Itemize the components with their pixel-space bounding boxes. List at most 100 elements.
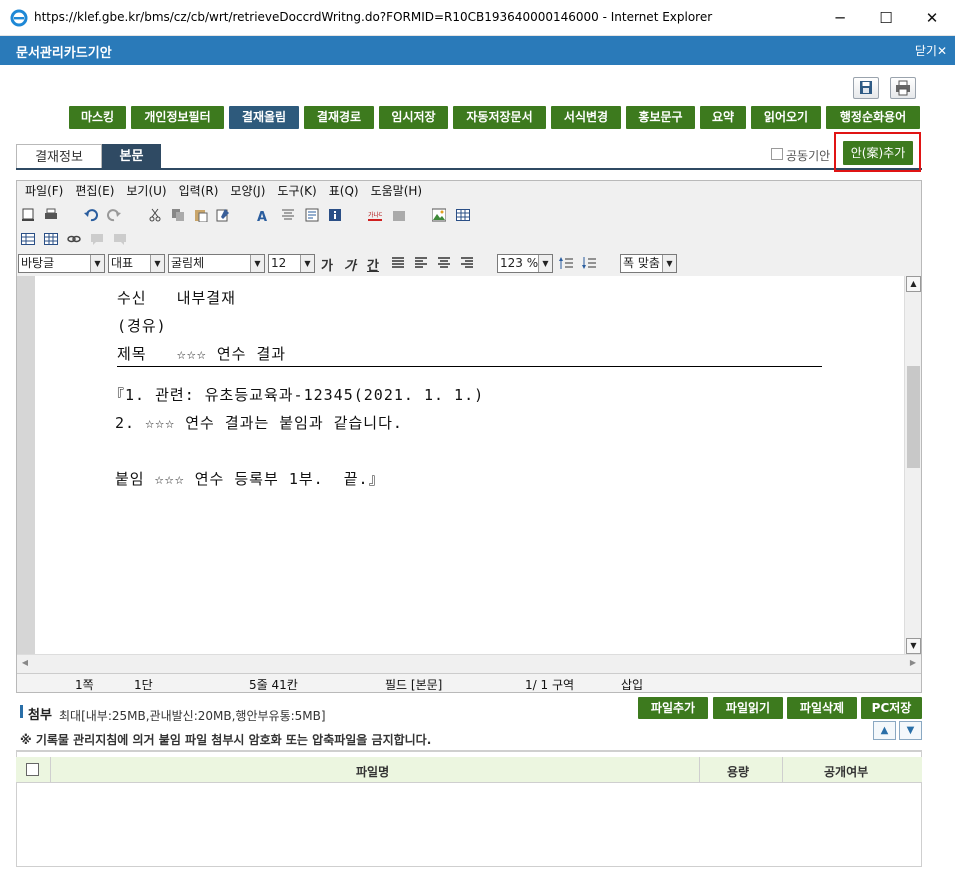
link-icon[interactable]	[67, 232, 81, 246]
doc-attachment-line: 붙임 ☆☆☆ 연수 등록부 1부. 끝.』	[115, 470, 385, 488]
attachment-limits: 최대[내부:25MB,관내발신:20MB,행안부유통:5MB]	[59, 709, 326, 723]
doc-body-line-1: 『1. 관련: 유초등교육과-12345(2021. 1. 1.)	[109, 386, 485, 404]
joint-draft-checkbox[interactable]	[771, 148, 783, 160]
close-window-button[interactable]: ✕	[909, 6, 955, 30]
scroll-up-icon[interactable]: ▲	[906, 276, 921, 292]
language-select[interactable]: 대표 ▼	[108, 254, 165, 273]
add-file-button[interactable]: 파일추가	[638, 697, 708, 719]
horizontal-scrollbar[interactable]: ◀ ▶	[17, 654, 921, 671]
tab-body[interactable]: 본문	[102, 144, 161, 169]
info-icon[interactable]	[328, 208, 342, 222]
move-up-icon[interactable]: ▲	[873, 721, 896, 740]
menu-help[interactable]: 도움말(H)	[371, 182, 423, 199]
italic-button[interactable]: 가	[344, 255, 356, 274]
memo-icon[interactable]	[90, 232, 104, 246]
menu-edit[interactable]: 편집(E)	[75, 182, 114, 199]
autosave-docs-button[interactable]: 자동저장문서	[453, 106, 546, 129]
scroll-down-icon[interactable]: ▼	[906, 638, 921, 654]
font-select[interactable]: 굴림체 ▼	[168, 254, 265, 273]
browser-title-bar: https://klef.gbe.kr/bms/cz/cb/wrt/retrie…	[0, 0, 955, 36]
para-shape-icon[interactable]	[281, 208, 295, 222]
align-center-icon[interactable]	[437, 256, 451, 270]
menu-insert[interactable]: 입력(R)	[179, 182, 219, 199]
summary-button[interactable]: 요약	[700, 106, 746, 129]
status-section: 1/ 1 구역	[525, 678, 575, 692]
bold-button[interactable]: 가	[321, 255, 333, 274]
page-view-icon[interactable]	[21, 208, 35, 222]
scroll-left-icon[interactable]: ◀	[17, 655, 33, 671]
align-right-icon[interactable]	[460, 256, 474, 270]
line-spacing-up-icon[interactable]	[559, 256, 573, 270]
promo-text-button[interactable]: 홍보문구	[626, 106, 695, 129]
tab-approval-info[interactable]: 결재정보	[16, 144, 102, 169]
approval-path-button[interactable]: 결재경로	[304, 106, 374, 129]
font-size-select[interactable]: 12 ▼	[268, 254, 315, 273]
add-draft-button[interactable]: 안(案)추가	[843, 141, 913, 165]
delete-file-button[interactable]: 파일삭제	[787, 697, 857, 719]
align-justify-icon[interactable]	[391, 256, 405, 270]
style-select[interactable]: 바탕글 ▼	[18, 254, 105, 273]
undo-icon[interactable]	[84, 208, 98, 222]
menu-table[interactable]: 표(Q)	[329, 182, 359, 199]
print-icon[interactable]	[890, 77, 916, 99]
spell-check-icon[interactable]: 가나다	[368, 208, 382, 222]
style-icon[interactable]	[305, 208, 319, 222]
column-divider	[782, 757, 783, 782]
char-shape-icon[interactable]: A	[257, 208, 271, 222]
cell-grid-icon[interactable]	[44, 232, 58, 246]
close-link[interactable]: 닫기✕	[915, 42, 947, 59]
menu-view[interactable]: 보기(U)	[126, 182, 166, 199]
maximize-button[interactable]: ☐	[863, 6, 909, 30]
zoom-select-value: 123 %	[500, 256, 539, 270]
insert-image-icon[interactable]	[432, 208, 446, 222]
fit-select[interactable]: 폭 맞춤 ▼	[620, 254, 677, 273]
scroll-thumb[interactable]	[907, 366, 920, 468]
svg-text:가나다: 가나다	[368, 211, 382, 219]
editor-status-bar: 1쪽 1단 5줄 41칸 필드 [본문] 1/ 1 구역 삽입	[17, 673, 921, 692]
svg-text:A: A	[257, 210, 267, 222]
font-size-value: 12	[271, 256, 287, 270]
table-properties-icon[interactable]	[21, 232, 35, 246]
read-aloud-button[interactable]: 읽어오기	[751, 106, 821, 129]
copy-icon[interactable]	[171, 208, 185, 222]
menu-tools[interactable]: 도구(K)	[277, 182, 316, 199]
admin-terms-button[interactable]: 행정순화용어	[826, 106, 920, 129]
select-all-checkbox[interactable]	[26, 763, 39, 776]
underline-button[interactable]: 간	[367, 255, 379, 274]
fit-select-value: 폭 맞춤	[623, 256, 660, 270]
insert-table-icon[interactable]	[456, 208, 470, 222]
paste-icon[interactable]	[194, 208, 208, 222]
joint-draft-label: 공동기안	[786, 149, 831, 163]
format-paint-icon[interactable]	[216, 208, 230, 222]
pc-save-button[interactable]: PC저장	[861, 697, 922, 719]
vertical-scrollbar[interactable]: ▲ ▼	[904, 276, 921, 654]
font-select-value: 굴림체	[171, 256, 205, 270]
align-left-icon[interactable]	[414, 256, 428, 270]
document-body[interactable]: 수신 내부결재 (경유) 제목 ☆☆☆ 연수 결과 『1. 관련: 유초등교육과…	[17, 276, 904, 654]
subject-underline	[117, 366, 822, 367]
scroll-right-icon[interactable]: ▶	[905, 655, 921, 671]
masking-button[interactable]: 마스킹	[69, 106, 126, 129]
file-table-header: 파일명 용량 공개여부	[16, 757, 922, 783]
menu-format[interactable]: 모양(J)	[230, 182, 265, 199]
submit-approval-button[interactable]: 결재올림	[229, 106, 299, 129]
doc-via: (경유)	[117, 317, 167, 335]
line-spacing-down-icon[interactable]	[582, 256, 596, 270]
stamp-icon[interactable]	[392, 208, 406, 222]
change-form-button[interactable]: 서식변경	[551, 106, 621, 129]
print-doc-icon[interactable]	[44, 208, 58, 222]
status-mode: 삽입	[621, 678, 644, 692]
save-icon[interactable]	[853, 77, 879, 99]
cut-icon[interactable]	[148, 208, 162, 222]
redo-icon[interactable]	[107, 208, 121, 222]
read-file-button[interactable]: 파일읽기	[713, 697, 783, 719]
minimize-button[interactable]: ─	[817, 6, 863, 30]
chevron-down-icon: ▼	[150, 255, 164, 272]
privacy-filter-button[interactable]: 개인정보필터	[131, 106, 224, 129]
column-header-size: 용량	[727, 765, 750, 779]
comment-icon[interactable]	[113, 232, 127, 246]
temp-save-button[interactable]: 임시저장	[379, 106, 448, 129]
move-down-icon[interactable]: ▼	[899, 721, 922, 740]
zoom-select[interactable]: 123 % ▼	[497, 254, 553, 273]
menu-file[interactable]: 파일(F)	[25, 182, 63, 199]
